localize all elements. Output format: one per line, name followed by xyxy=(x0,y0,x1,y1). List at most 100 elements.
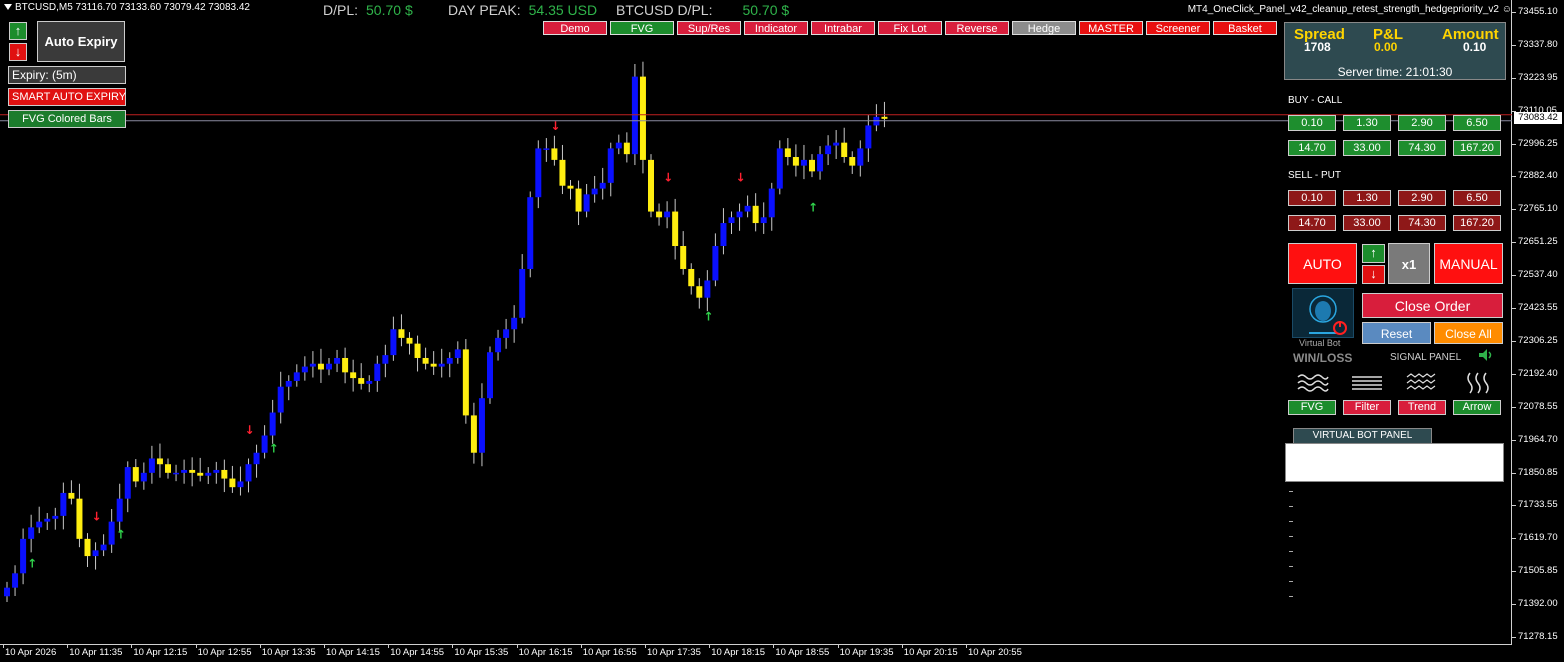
dpl-value: 50.70 $ xyxy=(366,2,413,18)
time-tick xyxy=(324,644,325,648)
candle-body xyxy=(559,159,566,186)
candle-body xyxy=(76,498,83,539)
symbol-info: BTCUSD,M5 73116.70 73133.60 73079.42 730… xyxy=(4,2,250,13)
candle-body xyxy=(28,527,35,539)
sell-amount-1-30[interactable]: 1.30 xyxy=(1343,190,1391,206)
robot-head-icon xyxy=(1309,295,1347,335)
close-all-button[interactable]: Close All xyxy=(1434,322,1503,344)
toolbar-button-indicator[interactable]: Indicator xyxy=(744,21,808,35)
vertical-wave-icon[interactable] xyxy=(1462,371,1496,395)
up-arrow-icon: ↑ xyxy=(1370,245,1377,260)
manual-mode-button[interactable]: MANUAL xyxy=(1434,243,1503,284)
candle-body xyxy=(438,363,445,367)
auto-mode-button[interactable]: AUTO xyxy=(1288,243,1357,284)
toolbar-button-fix-lot[interactable]: Fix Lot xyxy=(878,21,942,35)
lot-up-button[interactable]: ↑ xyxy=(1362,244,1385,263)
candle-body xyxy=(631,76,638,155)
toolbar-button-sup-res[interactable]: Sup/Res xyxy=(677,21,741,35)
reset-button[interactable]: Reset xyxy=(1362,322,1431,344)
wave-icon[interactable] xyxy=(1296,371,1330,395)
buy-amount-6-50[interactable]: 6.50 xyxy=(1453,115,1501,131)
candle-body xyxy=(583,194,590,212)
sell-amount-0-10[interactable]: 0.10 xyxy=(1288,190,1336,206)
toolbar-button-master[interactable]: MASTER xyxy=(1079,21,1143,35)
signal-button-trend[interactable]: Trend xyxy=(1398,400,1446,415)
candle-body xyxy=(462,349,469,416)
buy-amount-0-10[interactable]: 0.10 xyxy=(1288,115,1336,131)
signal-down-arrow-icon: ↓ xyxy=(736,171,746,185)
signal-up-arrow-icon: ↑ xyxy=(116,528,126,542)
candle-body xyxy=(487,352,493,399)
sell-amount-74-30[interactable]: 74.30 xyxy=(1398,215,1446,231)
time-tick xyxy=(452,644,454,648)
auto-expiry-button[interactable]: Auto Expiry xyxy=(37,21,125,62)
signal-button-arrow[interactable]: Arrow xyxy=(1453,400,1501,415)
buy-amount-74-30[interactable]: 74.30 xyxy=(1398,140,1446,156)
speaker-icon[interactable] xyxy=(1478,348,1494,362)
dropdown-triangle-icon[interactable] xyxy=(4,4,12,11)
price-tick-label: 71278.15 xyxy=(1518,631,1558,642)
virtual-bot-icon[interactable] xyxy=(1292,288,1354,338)
toolbar-button-reverse[interactable]: Reverse xyxy=(945,21,1009,35)
candle-body xyxy=(390,329,397,356)
candle-body xyxy=(591,188,598,195)
up-arrow-button[interactable]: ↑ xyxy=(9,22,27,40)
buy-amount-167-20[interactable]: 167.20 xyxy=(1453,140,1501,156)
symbol-info-text: BTCUSD,M5 73116.70 73133.60 73079.42 730… xyxy=(15,2,250,13)
log-dash xyxy=(1289,551,1293,552)
expiry-selector[interactable]: Expiry: (5m) xyxy=(8,66,126,84)
buy-amount-33-00[interactable]: 33.00 xyxy=(1343,140,1391,156)
virtual-bot-panel-tab[interactable]: VIRTUAL BOT PANEL xyxy=(1293,428,1432,444)
price-tick xyxy=(1512,373,1516,375)
toolbar-button-screener[interactable]: Screener xyxy=(1146,21,1210,35)
candle-body xyxy=(156,458,163,465)
candle-body xyxy=(833,142,840,146)
toolbar-button-intrabar[interactable]: Intrabar xyxy=(811,21,875,35)
virtual-bot-label: Virtual Bot xyxy=(1299,338,1341,348)
chart-area[interactable]: ↑ ↑ ↑ ↑ ↑ ↓ ↓ ↓ ↓ ↓ xyxy=(0,0,1512,645)
toolbar-button-basket[interactable]: Basket xyxy=(1213,21,1277,35)
candle-body xyxy=(132,467,139,482)
price-tick xyxy=(1512,637,1516,638)
signal-button-filter[interactable]: Filter xyxy=(1343,400,1391,415)
time-tick-label: 10 Apr 11:35 xyxy=(69,647,123,658)
candle-body xyxy=(181,469,188,473)
price-tick-label: 73455.10 xyxy=(1518,6,1558,17)
close-order-button[interactable]: Close Order xyxy=(1362,293,1503,318)
fvg-colored-bars-button[interactable]: FVG Colored Bars xyxy=(8,110,126,128)
buy-amount-14-70[interactable]: 14.70 xyxy=(1288,140,1336,156)
signal-panel-label: SIGNAL PANEL xyxy=(1390,352,1462,363)
lines-icon[interactable] xyxy=(1350,371,1384,395)
candle-body xyxy=(245,464,252,482)
zigzag-icon[interactable] xyxy=(1405,371,1439,395)
price-tick xyxy=(1512,176,1516,178)
sell-amount-2-90[interactable]: 2.90 xyxy=(1398,190,1446,206)
time-tick-label: 10 Apr 20:15 xyxy=(903,647,958,658)
sell-amount-33-00[interactable]: 33.00 xyxy=(1343,215,1391,231)
toolbar-button-demo[interactable]: Demo xyxy=(543,21,607,35)
smart-auto-expiry-button[interactable]: SMART AUTO EXPIRY xyxy=(8,88,126,106)
candle-body xyxy=(688,268,695,287)
log-dash xyxy=(1289,581,1293,582)
candle-body xyxy=(366,380,373,384)
sell-amount-167-20[interactable]: 167.20 xyxy=(1453,215,1501,231)
price-tick-label: 71505.85 xyxy=(1518,565,1558,577)
sell-amount-14-70[interactable]: 14.70 xyxy=(1288,215,1336,231)
buy-amount-2-90[interactable]: 2.90 xyxy=(1398,115,1446,131)
toolbar-button-fvg[interactable]: FVG xyxy=(610,21,674,35)
candle-body xyxy=(116,498,123,522)
candlestick-chart[interactable]: ↑ ↑ ↑ ↑ ↑ ↓ ↓ ↓ ↓ ↓ xyxy=(0,0,1512,645)
time-tick-label: 10 Apr 15:35 xyxy=(454,647,509,658)
sell-amount-6-50[interactable]: 6.50 xyxy=(1453,190,1501,206)
multiplier-button[interactable]: x1 xyxy=(1388,243,1430,284)
price-tick xyxy=(1512,77,1516,79)
candle-body xyxy=(446,357,453,364)
candle-body xyxy=(309,363,316,367)
buy-amount-1-30[interactable]: 1.30 xyxy=(1343,115,1391,131)
lot-down-button[interactable]: ↓ xyxy=(1362,265,1385,284)
toolbar-button-hedge[interactable]: Hedge xyxy=(1012,21,1076,35)
signal-button-fvg[interactable]: FVG xyxy=(1288,400,1336,415)
stats-panel: Spread 1708 P&L 0.00 Amount 0.10 Server … xyxy=(1284,22,1506,80)
down-arrow-button[interactable]: ↓ xyxy=(9,43,27,61)
time-tick xyxy=(580,644,582,648)
